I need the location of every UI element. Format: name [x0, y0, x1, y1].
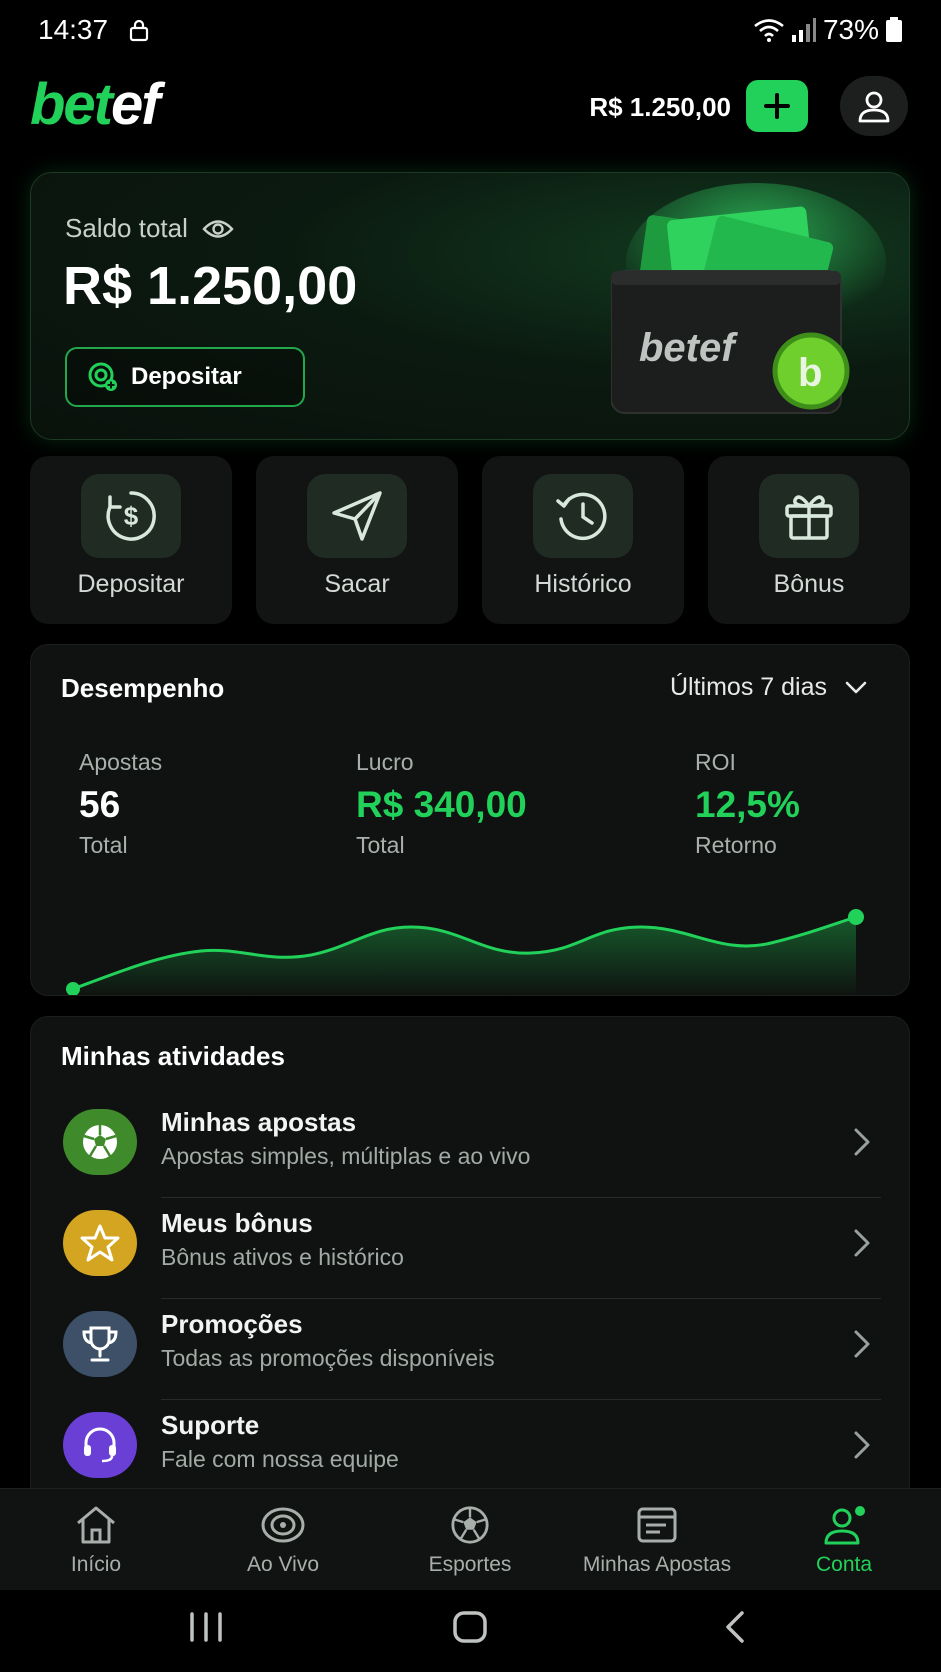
- status-time: 14:37: [38, 14, 109, 45]
- nav-ao-vivo[interactable]: Ao Vivo: [193, 1505, 373, 1577]
- star-icon: [80, 1224, 120, 1262]
- status-indicators: 73%: [753, 14, 903, 46]
- dollar-circle-icon: $: [106, 491, 156, 541]
- chevron-down-icon: [845, 681, 867, 693]
- performance-sparkline: [66, 909, 864, 995]
- add-funds-button[interactable]: [746, 80, 808, 132]
- nav-conta[interactable]: Conta: [754, 1505, 934, 1577]
- deposit-pill-button[interactable]: Depositar: [65, 347, 305, 407]
- performance-title: Desempenho: [61, 673, 225, 703]
- app-header: betef R$ 1.250,00: [0, 70, 941, 146]
- user-icon: [824, 1506, 865, 1545]
- gift-icon: [785, 495, 833, 540]
- wifi-icon: [754, 19, 784, 42]
- sparkline-start-dot: [66, 982, 80, 995]
- svg-text:betef: betef: [639, 326, 738, 370]
- metric-apostas: Apostas 56 Total: [79, 749, 163, 858]
- sparkline-end-dot: [848, 909, 864, 925]
- profile-button[interactable]: [840, 76, 908, 136]
- bottom-nav: Início Ao Vivo Esportes Minhas Apostas C…: [0, 1488, 941, 1590]
- betef-logo[interactable]: betef: [30, 76, 161, 134]
- quick-action-sacar[interactable]: Sacar: [256, 456, 458, 624]
- wallet-illustration: betef b: [611, 183, 886, 414]
- period-select[interactable]: Últimos 7 dias: [670, 673, 867, 702]
- chevron-right-icon: [854, 1330, 870, 1358]
- home-button-icon[interactable]: [452, 1610, 488, 1644]
- quick-actions: $ Depositar Sacar Histórico Bônus: [30, 456, 910, 624]
- chevron-right-icon: [854, 1431, 870, 1459]
- battery-icon: [886, 17, 902, 42]
- soccer-ball-icon: [83, 1125, 117, 1159]
- battery-percent: 73%: [822, 14, 879, 45]
- quick-action-bonus[interactable]: Bônus: [708, 456, 910, 624]
- performance-card: Desempenho Últimos 7 dias Apostas 56 Tot…: [30, 644, 910, 996]
- activity-promocoes[interactable]: Promoções Todas as promoções disponíveis: [31, 1299, 909, 1400]
- sparkline-area: [73, 917, 856, 995]
- header-balance: R$ 1.250,00: [589, 92, 731, 122]
- nav-inicio[interactable]: Início: [6, 1505, 186, 1577]
- activity-suporte[interactable]: Suporte Fale com nossa equipe: [31, 1400, 909, 1495]
- plus-icon: [764, 93, 790, 119]
- soccer-ball-icon: [451, 1506, 489, 1544]
- signal-icon: [791, 18, 816, 42]
- chevron-right-icon: [854, 1128, 870, 1156]
- saldo-value: R$ 1.250,00: [63, 256, 358, 316]
- home-icon: [77, 1506, 115, 1544]
- back-icon[interactable]: [722, 1610, 748, 1644]
- headset-icon: [84, 1427, 116, 1463]
- quick-action-depositar[interactable]: $ Depositar: [30, 456, 232, 624]
- activity-minhas-apostas[interactable]: Minhas apostas Apostas simples, múltipla…: [31, 1097, 909, 1198]
- nav-esportes[interactable]: Esportes: [380, 1505, 560, 1577]
- eye-icon[interactable]: [202, 218, 234, 240]
- ticket-icon: [637, 1507, 677, 1543]
- send-icon: [332, 491, 382, 541]
- user-icon: [858, 91, 890, 123]
- recents-icon[interactable]: [188, 1610, 224, 1644]
- balance-card: Saldo total R$ 1.250,00 Depositar betef: [30, 172, 910, 440]
- quick-action-historico[interactable]: Histórico: [482, 456, 684, 624]
- chevron-right-icon: [854, 1229, 870, 1257]
- metric-lucro: Lucro R$ 340,00 Total: [356, 749, 527, 858]
- nav-minhas-apostas[interactable]: Minhas Apostas: [567, 1505, 747, 1577]
- metric-roi: ROI 12,5% Retorno: [695, 749, 800, 858]
- activities-card: Minhas atividades Minhas apostas Apostas…: [30, 1016, 910, 1496]
- svg-text:b: b: [798, 351, 822, 395]
- activity-meus-bonus[interactable]: Meus bônus Bônus ativos e histórico: [31, 1198, 909, 1299]
- history-icon: [556, 492, 607, 541]
- trophy-icon: [82, 1326, 118, 1362]
- svg-text:$: $: [124, 501, 139, 531]
- activities-title: Minhas atividades: [61, 1041, 285, 1071]
- lock-icon: [129, 19, 149, 42]
- system-nav-bar: [0, 1590, 941, 1672]
- live-icon: [261, 1507, 305, 1543]
- saldo-label: Saldo total: [65, 213, 234, 244]
- status-bar: 14:37 73%: [0, 0, 941, 60]
- coin-deposit-icon: [88, 362, 117, 391]
